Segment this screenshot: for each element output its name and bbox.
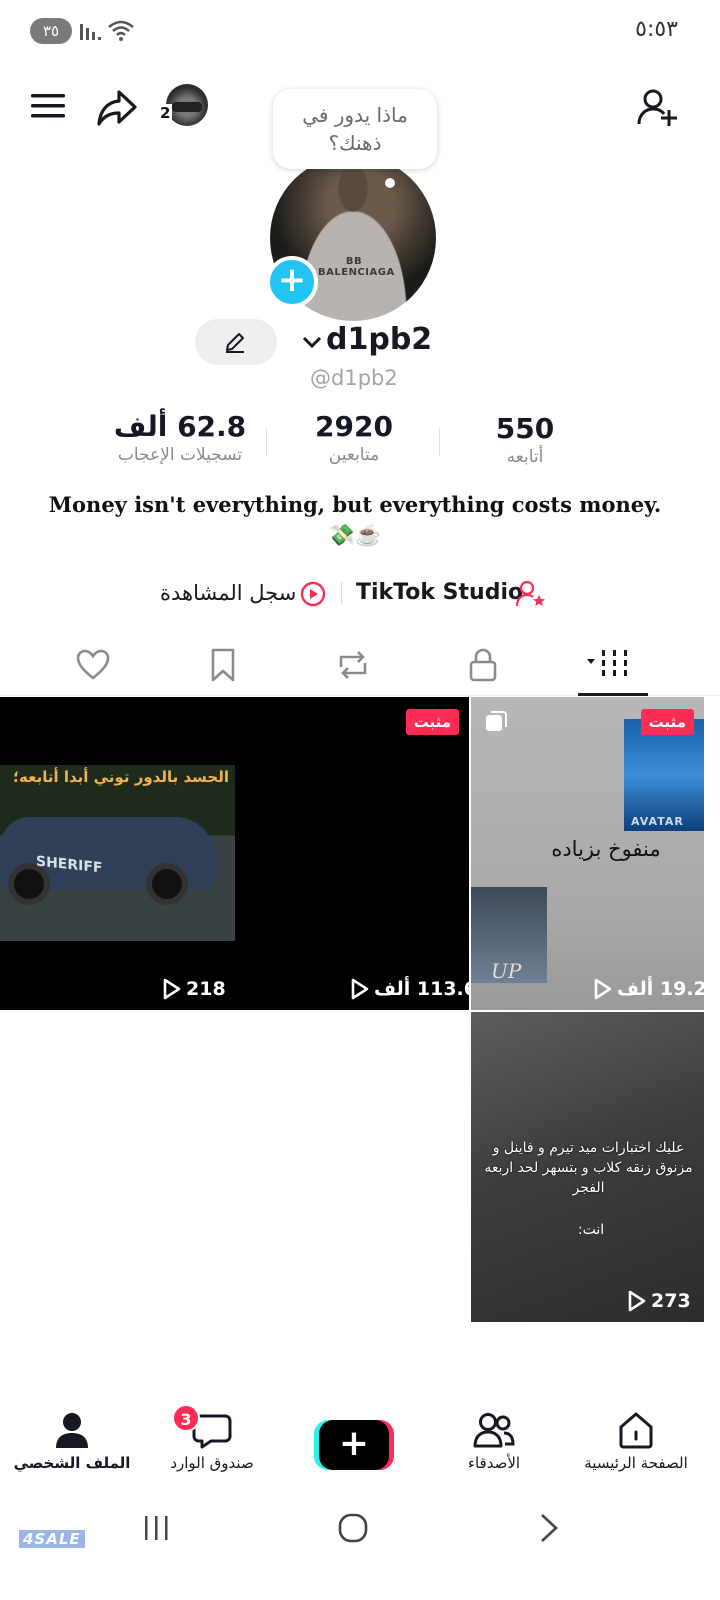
recent-apps-icon[interactable]: [140, 1512, 172, 1544]
play-count: 218: [162, 978, 226, 1000]
followers-label: متابعين: [328, 445, 380, 465]
wifi-icon: [108, 20, 134, 41]
display-name[interactable]: d1pb2: [326, 322, 432, 357]
lock-icon: [469, 648, 497, 682]
nav-inbox-label: صندوق الوارد: [170, 1454, 254, 1472]
play-icon: [594, 978, 612, 1000]
nav-profile-label: الملف الشخصي: [13, 1454, 131, 1472]
story-count: 2: [158, 104, 173, 122]
tab-videos[interactable]: [582, 640, 642, 690]
thought-bubble-tail: [385, 178, 395, 188]
create-button[interactable]: +: [314, 1420, 394, 1470]
play-icon: [351, 978, 369, 1000]
nav-inbox[interactable]: 3 صندوق الوارد: [142, 1404, 282, 1472]
user-handle: @d1pb2: [310, 366, 398, 390]
menu-icon[interactable]: [30, 86, 68, 126]
play-count-value: 113.6 ألف: [374, 978, 469, 1000]
play-count-value: 273: [651, 1290, 691, 1312]
thought-bubble[interactable]: ماذا يدور في ذهنك؟: [273, 89, 437, 169]
tab-reposts[interactable]: [328, 640, 378, 690]
share-icon[interactable]: [95, 86, 139, 130]
creator-star-icon[interactable]: [516, 580, 546, 608]
battery-indicator: ٣٥: [30, 18, 72, 44]
chevron-down-icon[interactable]: [300, 330, 324, 354]
photo-carousel-icon: [486, 711, 507, 731]
likes-count: 62.8 ألف: [113, 410, 247, 443]
likes-stat[interactable]: 62.8 ألف تسجيلات الإعجاب: [100, 410, 260, 465]
following-stat[interactable]: 550 أتابعه: [470, 412, 580, 467]
friends-icon: [473, 1413, 515, 1448]
nav-home-label: الصفحة الرئيسية: [584, 1454, 688, 1472]
bio: Money isn't everything, but everything c…: [40, 490, 670, 550]
active-tab-indicator: [578, 693, 648, 696]
nav-home[interactable]: الصفحة الرئيسية: [566, 1410, 706, 1472]
nav-friends[interactable]: الأصدقاء: [424, 1410, 564, 1472]
watermark-logo: 4SALE: [19, 1530, 85, 1548]
watch-history-link[interactable]: سجل المشاهدة: [160, 576, 296, 610]
heart-icon: [76, 649, 110, 680]
nav-friends-label: الأصدقاء: [467, 1454, 521, 1472]
play-count: 113.6 ألف: [350, 978, 469, 1000]
play-circle-icon[interactable]: [300, 581, 326, 607]
following-count: 550: [495, 412, 555, 445]
home-icon: [619, 1412, 653, 1449]
home-button-icon[interactable]: [336, 1512, 370, 1544]
plus-icon: +: [319, 1420, 389, 1470]
play-count: 273: [627, 1290, 691, 1312]
stat-divider: [266, 428, 267, 456]
inbox-badge: 3: [172, 1404, 200, 1432]
tab-favorites[interactable]: [198, 640, 248, 690]
video-tile[interactable]: SHERIFF الحسد بالدور توني أبدا أتابعه؛ م…: [0, 697, 469, 1010]
bio-text: Money isn't everything, but everything c…: [48, 492, 662, 517]
system-nav-bar: [0, 1500, 720, 1560]
followers-stat[interactable]: 2920 متابعين: [290, 410, 418, 465]
bio-emojis: 💸☕: [328, 522, 382, 547]
poster-title: UP: [491, 959, 522, 983]
pinned-badge: مثبت: [640, 709, 694, 735]
poster-title: AVATAR: [631, 815, 684, 828]
profile-tabs: [0, 636, 720, 696]
video-tile[interactable]: AVATAR UP مثبت منفوخ بزياده 19.2 ألف: [471, 697, 704, 1010]
play-count-value: 218: [186, 978, 226, 1000]
profile-links: سجل المشاهدة TikTok Studio: [0, 576, 720, 610]
video-caption: انت:: [577, 1222, 605, 1238]
video-caption: الحسد بالدور توني أبدا أتابعه؛: [13, 768, 229, 786]
status-bar: ٣٥ ٥:٥٣: [0, 0, 720, 64]
likes-label: تسجيلات الإعجاب: [117, 445, 243, 465]
back-icon[interactable]: [536, 1512, 564, 1544]
add-user-icon[interactable]: [636, 86, 680, 130]
pencil-icon: [226, 333, 244, 353]
profile-icon: [56, 1413, 88, 1448]
play-count-value: 19.2 ألف: [617, 978, 704, 1000]
clock: ٥:٥٣: [635, 17, 678, 42]
add-story-button[interactable]: +: [266, 256, 318, 308]
followers-count: 2920: [315, 410, 393, 443]
tab-private[interactable]: [458, 640, 508, 690]
link-divider: [341, 582, 342, 604]
signal-icon: [80, 24, 101, 40]
avatar-shirt-print: BB BALENCIAGA: [318, 256, 395, 278]
pinned-badge: مثبت: [405, 709, 459, 735]
stat-divider: [439, 428, 440, 456]
repost-icon: [339, 651, 367, 679]
bookmark-icon: [211, 648, 235, 682]
videos-grid-icon: [587, 650, 627, 676]
play-count: 19.2 ألف: [593, 978, 704, 1000]
video-caption: منفوخ بزياده: [551, 837, 661, 861]
play-icon: [628, 1290, 646, 1312]
video-tile[interactable]: عليك اختبارات ميد تيرم و فاينل و مزنوق ز…: [471, 1012, 704, 1322]
following-label: أتابعه: [506, 447, 544, 467]
video-caption: عليك اختبارات ميد تيرم و فاينل و مزنوق ز…: [484, 1140, 693, 1196]
play-icon: [163, 978, 181, 1000]
bottom-nav: الملف الشخصي 3 صندوق الوارد + الأصدقاء ا…: [0, 1400, 720, 1490]
story-avatar-button[interactable]: 2: [158, 84, 208, 130]
nav-profile[interactable]: الملف الشخصي: [2, 1410, 142, 1472]
tab-liked[interactable]: [68, 640, 118, 690]
tiktok-studio-link[interactable]: TikTok Studio: [356, 576, 523, 610]
edit-profile-button[interactable]: [195, 319, 277, 365]
wheel-shape: [146, 863, 188, 905]
